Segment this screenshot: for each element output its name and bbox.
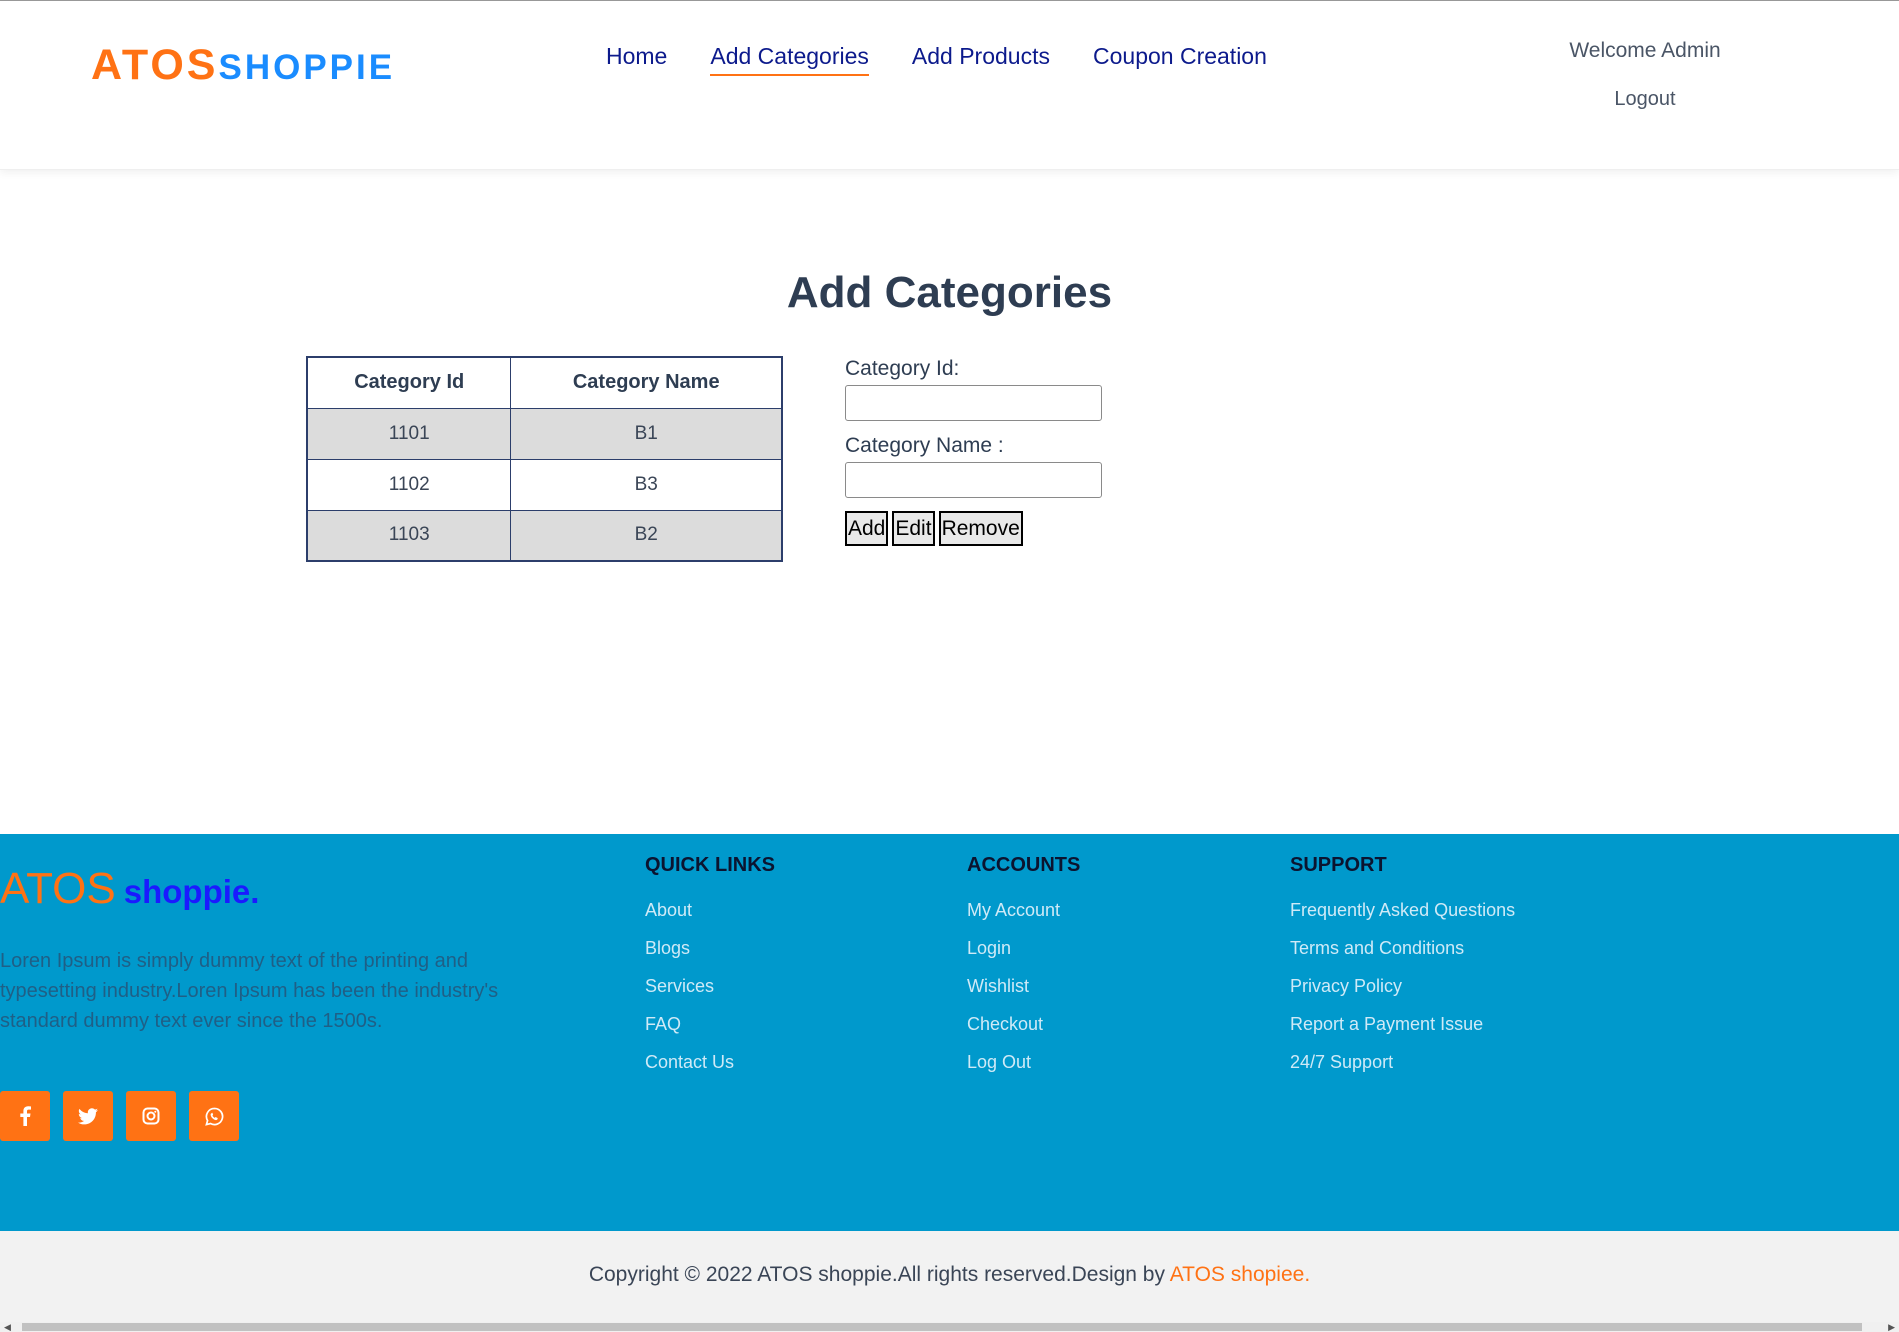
footer-description: Loren Ipsum is simply dummy text of the … — [0, 950, 499, 1032]
category-name-input[interactable] — [845, 462, 1102, 498]
table-row[interactable]: 1103 B2 — [306, 509, 783, 562]
footer-link-faq[interactable]: FAQ — [645, 1014, 775, 1052]
footer-logo: ATOS shoppie. — [0, 864, 259, 914]
scroll-left-icon[interactable]: ◀ — [4, 1322, 11, 1332]
footer-logo-atos: ATOS — [0, 864, 116, 913]
footer-link-login[interactable]: Login — [967, 938, 1080, 976]
cell-category-id: 1102 — [306, 458, 512, 511]
whatsapp-icon[interactable] — [189, 1091, 239, 1141]
logout-link[interactable]: Logout — [1530, 88, 1760, 111]
category-id-input[interactable] — [845, 385, 1102, 421]
add-button[interactable]: Add — [845, 511, 889, 546]
category-name-label: Category Name : — [845, 434, 1004, 457]
logo-part-atos: ATOS — [91, 41, 219, 89]
cell-category-id: 1103 — [306, 509, 512, 562]
remove-button[interactable]: Remove — [938, 511, 1023, 546]
footer-link-logout[interactable]: Log Out — [967, 1052, 1080, 1090]
support-heading: SUPPORT — [1290, 854, 1387, 876]
cell-category-name: B3 — [510, 458, 783, 511]
form-buttons: Add Edit Remove — [845, 511, 1102, 546]
nav-add-categories[interactable]: Add Categories — [710, 43, 869, 76]
copyright-bar: Copyright © 2022 ATOS shoppie.All rights… — [0, 1231, 1899, 1323]
main-nav: Home Add Categories Add Products Coupon … — [606, 43, 1310, 76]
footer-link-contact[interactable]: Contact Us — [645, 1052, 775, 1090]
nav-home[interactable]: Home — [606, 43, 667, 76]
site-header: ATOSSHOPPIE Home Add Categories Add Prod… — [0, 1, 1899, 170]
scroll-right-icon[interactable]: ▶ — [1888, 1322, 1895, 1332]
edit-button[interactable]: Edit — [892, 511, 935, 546]
column-header-category-name: Category Name — [510, 356, 783, 409]
table-row[interactable]: 1101 B1 — [306, 407, 783, 460]
nav-coupon-creation[interactable]: Coupon Creation — [1093, 43, 1267, 76]
table-row[interactable]: 1102 B3 — [306, 458, 783, 511]
footer-link-my-account[interactable]: My Account — [967, 900, 1080, 938]
page-title: Add Categories — [786, 268, 1113, 317]
copyright-brand-link[interactable]: ATOS shopiee. — [1170, 1263, 1310, 1286]
footer-link-faqs[interactable]: Frequently Asked Questions — [1290, 900, 1515, 938]
footer-link-wishlist[interactable]: Wishlist — [967, 976, 1080, 1014]
copyright-main: Copyright © 2022 ATOS shoppie.All rights… — [588, 1263, 1165, 1286]
facebook-icon[interactable] — [0, 1091, 50, 1141]
footer-link-payment-issue[interactable]: Report a Payment Issue — [1290, 1014, 1515, 1052]
footer-link-terms[interactable]: Terms and Conditions — [1290, 938, 1515, 976]
cell-category-name: B2 — [510, 509, 783, 562]
footer-logo-shoppie: shoppie. — [123, 873, 260, 910]
copyright-text: Copyright © 2022 ATOS shoppie.All rights… — [0, 1263, 1899, 1287]
cell-category-id: 1101 — [306, 407, 512, 460]
scrollbar-thumb[interactable] — [22, 1323, 1862, 1331]
quick-links-heading: QUICK LINKS — [645, 854, 775, 876]
category-form: Category Id: Category Name : Add Edit Re… — [845, 357, 1102, 546]
horizontal-scrollbar[interactable]: ◀ ▶ — [0, 1322, 1899, 1332]
footer-link-checkout[interactable]: Checkout — [967, 1014, 1080, 1052]
twitter-icon[interactable] — [63, 1091, 113, 1141]
site-footer: ATOS shoppie. Loren Ipsum is simply dummy… — [0, 834, 1899, 1231]
footer-link-privacy[interactable]: Privacy Policy — [1290, 976, 1515, 1014]
categories-table: Category Id Category Name 1101 B1 1102 B… — [306, 356, 783, 562]
instagram-icon[interactable] — [126, 1091, 176, 1141]
social-icons — [0, 1091, 239, 1141]
user-area: Welcome Admin Logout — [1530, 39, 1760, 111]
footer-link-services[interactable]: Services — [645, 976, 775, 1014]
cell-category-name: B1 — [510, 407, 783, 460]
accounts-heading: ACCOUNTS — [967, 854, 1081, 876]
footer-link-about[interactable]: About — [645, 900, 775, 938]
column-header-category-id: Category Id — [306, 356, 512, 409]
welcome-text: Welcome Admin — [1569, 39, 1721, 62]
footer-link-blogs[interactable]: Blogs — [645, 938, 775, 976]
table-header-row: Category Id Category Name — [306, 356, 783, 409]
footer-accounts: ACCOUNTS My Account Login Wishlist Check… — [967, 854, 1080, 1090]
nav-add-products[interactable]: Add Products — [912, 43, 1050, 76]
footer-support: SUPPORT Frequently Asked Questions Terms… — [1290, 854, 1515, 1090]
category-id-label: Category Id: — [845, 357, 960, 380]
logo-part-shoppie: SHOPPIE — [218, 48, 396, 87]
footer-quick-links: QUICK LINKS About Blogs Services FAQ Con… — [645, 854, 775, 1090]
footer-link-support[interactable]: 24/7 Support — [1290, 1052, 1515, 1090]
site-logo[interactable]: ATOSSHOPPIE — [91, 41, 395, 90]
